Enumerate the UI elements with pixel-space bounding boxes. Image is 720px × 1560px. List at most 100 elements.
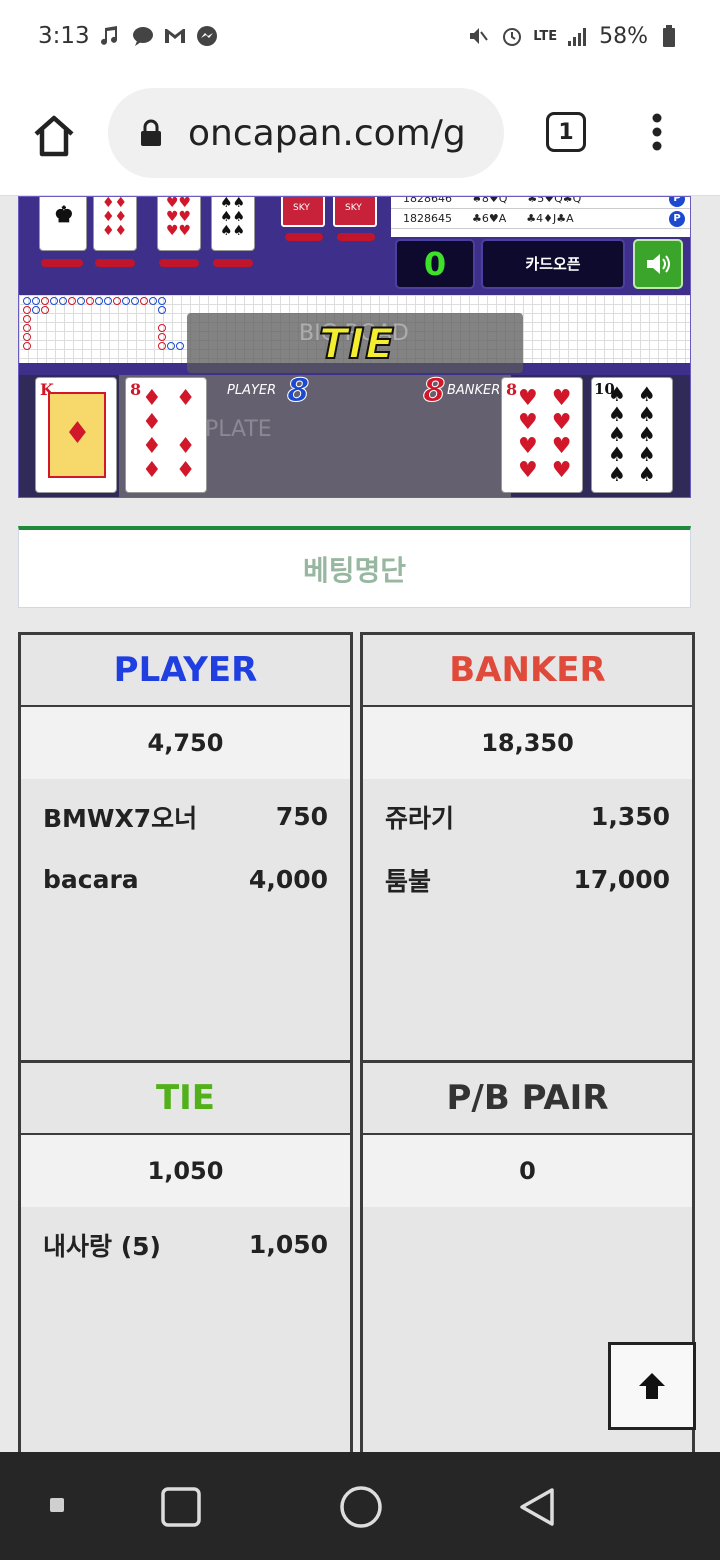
- back-button[interactable]: [516, 1486, 558, 1528]
- home-button[interactable]: [30, 112, 78, 160]
- player-card-1: K ♦: [35, 377, 117, 493]
- bettor-name: 쥬라기: [385, 803, 455, 833]
- list-item: bacara 4,000: [43, 848, 328, 911]
- music-icon: [98, 23, 124, 49]
- card-slot-bar: [95, 259, 135, 267]
- tie-bets-list: 내사랑 (5) 1,050: [21, 1207, 350, 1276]
- banker-score: 8: [422, 371, 446, 410]
- panel-title-player: PLAYER: [21, 635, 350, 707]
- chat-icon: [130, 23, 156, 49]
- banker-label: BANKER: [447, 383, 501, 398]
- betting-list-header: 베팅명단: [18, 526, 691, 608]
- lock-icon: [141, 119, 161, 146]
- list-item: BMWX7오너 750: [43, 785, 328, 848]
- history-badge: P: [669, 197, 685, 207]
- dealt-card: ♠♠ ♠♠ ♠♠: [211, 197, 255, 251]
- panel-title-tie: TIE: [21, 1063, 350, 1135]
- bettor-name: 툼불: [385, 866, 432, 896]
- panel-total-banker: 18,350: [363, 707, 692, 779]
- card-slot-bar: [213, 259, 253, 267]
- tie-bets-panel: TIE 1,050 내사랑 (5) 1,050: [18, 1060, 353, 1452]
- signal-icon: [565, 23, 591, 49]
- card-back: SKY: [333, 197, 377, 227]
- tie-result-banner: TIE: [318, 318, 395, 369]
- player-score: 8: [286, 371, 310, 410]
- list-item: 툼불 17,000: [385, 848, 670, 911]
- battery-icon: [656, 23, 682, 49]
- dealt-card: ♚: [39, 197, 87, 251]
- recents-icon: [161, 1487, 201, 1527]
- bettor-name: 내사랑 (5): [43, 1231, 161, 1261]
- card-slot-bar: [285, 233, 323, 241]
- panel-title-banker: BANKER: [363, 635, 692, 707]
- history-id: 1828645: [403, 212, 452, 225]
- card-slot-bar: [337, 233, 375, 241]
- player-label: PLAYER: [227, 383, 277, 398]
- banker-card-1: 8 ♥♥ ♥♥ ♥♥ ♥♥: [501, 377, 583, 493]
- battery-percent: 58%: [599, 23, 648, 49]
- history-banker-cards: ♣5♥Q♣Q: [527, 196, 582, 205]
- gmail-icon: [162, 23, 188, 49]
- banker-bets-list: 쥬라기 1,350 툼불 17,000: [363, 779, 692, 911]
- arrow-up-icon: [639, 1373, 665, 1399]
- round-history: 1828646 ♠8♥Q ♣5♥Q♣Q P 1828645 ♣6♥A ♣4♦J♣…: [391, 196, 690, 237]
- history-badge: P: [669, 210, 685, 227]
- bettor-name: bacara: [43, 865, 139, 894]
- indicator-dot-icon: [50, 1498, 64, 1512]
- status-bar: 3:13 LTE 58%: [0, 0, 720, 72]
- status-right: LTE 58%: [465, 23, 682, 49]
- notification-icons: [98, 23, 220, 49]
- url-text: oncapan.com/g: [188, 112, 466, 154]
- bet-amount: 750: [275, 802, 328, 831]
- list-item: 쥬라기 1,350: [385, 785, 670, 848]
- home-icon: [34, 115, 74, 157]
- status-time: 3:13: [38, 23, 90, 49]
- dealt-card: ♥♥ ♥♥ ♥♥: [157, 197, 201, 251]
- history-id: 1828646: [403, 196, 452, 205]
- messenger-icon: [194, 23, 220, 49]
- history-row: 1828645 ♣6♥A ♣4♦J♣A P: [391, 209, 690, 229]
- network-label: LTE: [533, 28, 558, 44]
- history-banker-cards: ♣4♦J♣A: [526, 212, 574, 225]
- bet-amount: 4,000: [248, 865, 328, 894]
- home-nav-button[interactable]: [338, 1484, 384, 1530]
- card-open-button[interactable]: 카드오픈: [481, 239, 625, 289]
- sound-toggle-button[interactable]: [633, 239, 683, 289]
- dealt-card: ♦♦ ♦♦ ♦♦: [93, 197, 137, 251]
- panel-title-pair: P/B PAIR: [363, 1063, 692, 1135]
- scroll-to-top-button[interactable]: [608, 1342, 696, 1430]
- bettor-name: BMWX7오너: [43, 803, 198, 833]
- round-counter: 0: [395, 239, 475, 289]
- player-card-2: 8 ♦♦ ♦ ♦♦ ♦♦: [125, 377, 207, 493]
- banker-bets-panel: BANKER 18,350 쥬라기 1,350 툼불 17,000: [360, 632, 695, 1060]
- panel-total-tie: 1,050: [21, 1135, 350, 1207]
- back-triangle-icon: [520, 1488, 554, 1526]
- card-back: SKY: [281, 197, 325, 227]
- banker-card-2: 10 ♠♠ ♠♠ ♠♠ ♠♠ ♠♠: [591, 377, 673, 493]
- address-bar[interactable]: oncapan.com/g: [108, 88, 504, 178]
- betting-list-title: 베팅명단: [302, 553, 407, 587]
- home-circle-icon: [340, 1486, 382, 1528]
- pair-bets-list: [363, 1207, 692, 1213]
- browser-toolbar: oncapan.com/g 1: [0, 72, 720, 196]
- alarm-icon: [499, 23, 525, 49]
- bet-amount: 1,050: [248, 1230, 328, 1259]
- player-bets-list: BMWX7오너 750 bacara 4,000: [21, 779, 350, 911]
- tab-switcher-button[interactable]: 1: [546, 112, 586, 152]
- card-slot-bar: [159, 259, 199, 267]
- bet-amount: 1,350: [590, 802, 670, 831]
- system-nav-bar: [0, 1452, 720, 1560]
- more-vert-icon: [652, 113, 662, 151]
- panel-total-player: 4,750: [21, 707, 350, 779]
- player-bets-panel: PLAYER 4,750 BMWX7오너 750 bacara 4,000: [18, 632, 353, 1060]
- list-item: 내사랑 (5) 1,050: [43, 1213, 328, 1276]
- browser-menu-button[interactable]: [650, 112, 664, 152]
- history-player-cards: ♣6♥A: [472, 212, 507, 225]
- panel-total-pair: 0: [363, 1135, 692, 1207]
- history-player-cards: ♠8♥Q: [472, 196, 508, 205]
- plate-label: PLATE: [205, 417, 272, 442]
- history-row: 1828646 ♠8♥Q ♣5♥Q♣Q P: [391, 196, 690, 209]
- recents-button[interactable]: [160, 1486, 202, 1528]
- card-slot-bar: [41, 259, 83, 267]
- mute-icon: [465, 23, 491, 49]
